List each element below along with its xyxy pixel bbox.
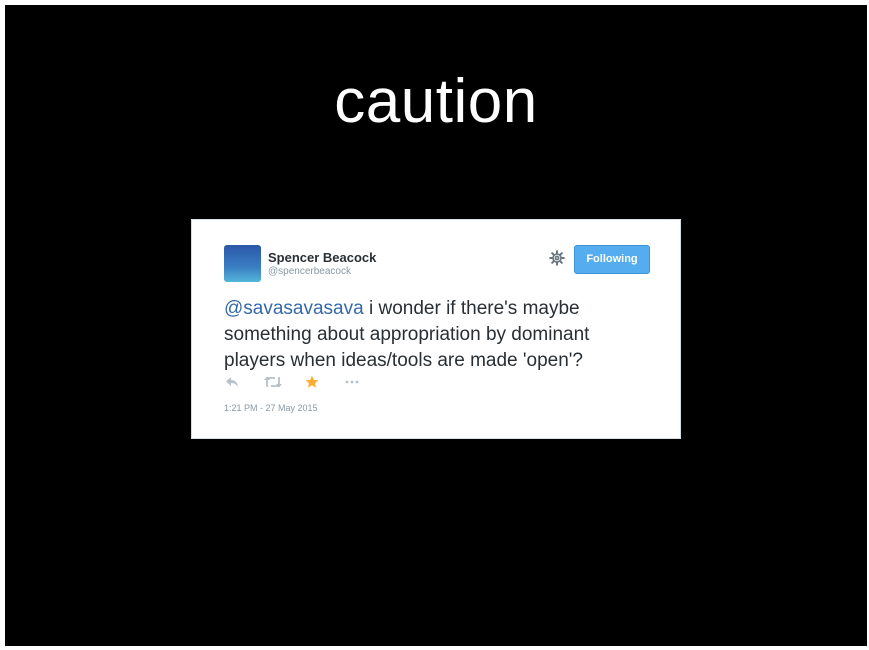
tweet-timestamp[interactable]: 1:21 PM - 27 May 2015 [224,403,318,413]
star-icon[interactable] [304,373,320,391]
tweet-actions [224,373,384,393]
avatar[interactable] [224,245,261,282]
author-handle[interactable]: @spencerbeacock [268,266,351,277]
embedded-tweet[interactable]: Spencer Beacock @spencerbeacock Followin… [191,219,681,439]
slide: caution Spencer Beacock @spencerbeacock … [5,5,867,646]
author-name[interactable]: Spencer Beacock [268,250,376,265]
slide-title: caution [334,67,538,136]
mention-link[interactable]: @savasavasava [224,298,364,319]
more-icon[interactable] [342,373,362,391]
gear-icon[interactable] [549,250,565,266]
following-button[interactable]: Following [574,245,650,274]
reply-icon[interactable] [224,373,240,391]
tweet-text: @savasavasava i wonder if there's maybe … [224,296,654,374]
retweet-icon[interactable] [262,373,284,391]
